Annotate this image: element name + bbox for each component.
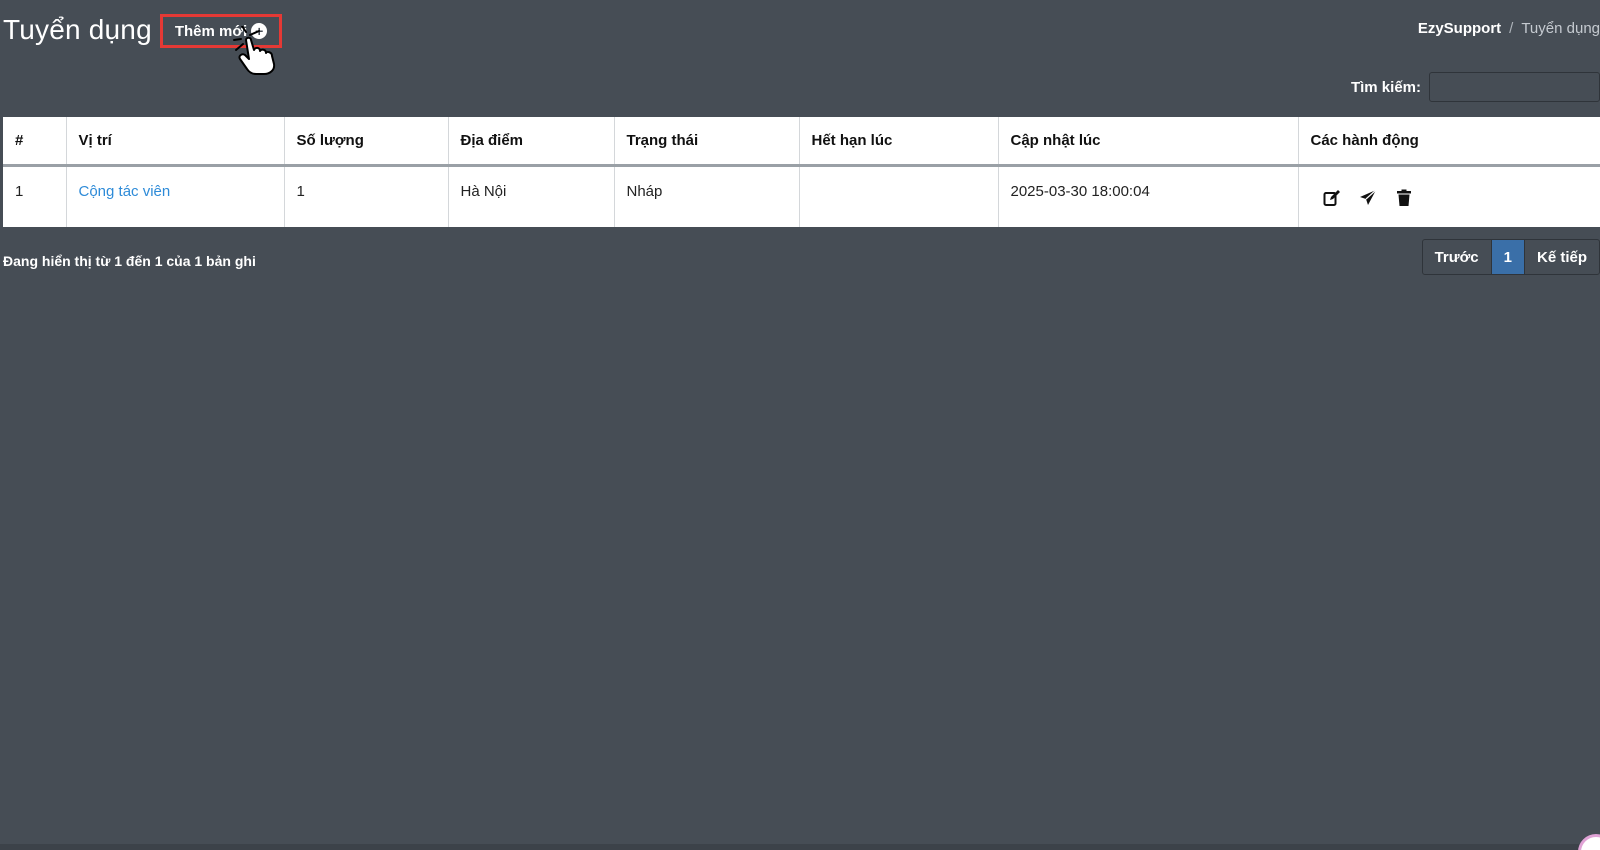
column-header-position[interactable]: Vị trí bbox=[66, 117, 285, 165]
table-row: 1 Cộng tác viên 1 Hà Nội Nháp 2025-03-30… bbox=[3, 165, 1600, 227]
breadcrumb: EzySupport / Tuyển dụng bbox=[1418, 20, 1600, 37]
cell-status: Nháp bbox=[614, 165, 800, 227]
floating-widget-icon[interactable] bbox=[1578, 834, 1600, 850]
cell-location: Hà Nội bbox=[448, 165, 615, 227]
pagination-next-button[interactable]: Kế tiếp bbox=[1523, 240, 1599, 274]
column-header-actions: Các hành động bbox=[1310, 131, 1419, 149]
breadcrumb-home-link[interactable]: EzySupport bbox=[1418, 20, 1501, 37]
bottom-divider bbox=[0, 844, 1600, 850]
search-box: Tìm kiếm: bbox=[1351, 72, 1600, 102]
search-label: Tìm kiếm: bbox=[1350, 78, 1421, 96]
position-link[interactable]: Cộng tác viên bbox=[79, 183, 171, 200]
page-title: Tuyển dụng bbox=[3, 14, 152, 45]
search-input[interactable] bbox=[1429, 72, 1600, 102]
row-actions bbox=[1311, 183, 1589, 207]
breadcrumb-separator: / bbox=[1509, 20, 1514, 37]
pagination-prev-button[interactable]: Trước bbox=[1423, 240, 1492, 274]
column-header-index[interactable]: # bbox=[3, 117, 67, 165]
column-header-quantity[interactable]: Số lượng bbox=[284, 117, 449, 165]
pagination: Trước 1 Kế tiếp bbox=[1421, 239, 1600, 275]
cell-quantity: 1 bbox=[284, 165, 449, 227]
column-header-location[interactable]: Địa điểm bbox=[448, 117, 615, 165]
edit-icon[interactable] bbox=[1323, 189, 1341, 207]
column-header-status[interactable]: Trạng thái bbox=[614, 117, 800, 165]
pagination-page-1[interactable]: 1 bbox=[1491, 240, 1524, 274]
send-icon[interactable] bbox=[1359, 189, 1377, 207]
recruitment-page: Tuyển dụng Thêm mới + EzySupport / Tuyển… bbox=[0, 0, 1600, 850]
table-header-row: # Vị trí Số lượng Địa điểm Trạng thái Hế… bbox=[3, 117, 1600, 165]
column-header-expires[interactable]: Hết hạn lúc bbox=[799, 117, 999, 165]
column-header-updated[interactable]: Cập nhật lúc bbox=[998, 117, 1299, 165]
cell-index: 1 bbox=[3, 165, 67, 227]
trash-icon[interactable] bbox=[1395, 189, 1413, 207]
recruitment-table: # Vị trí Số lượng Địa điểm Trạng thái Hế… bbox=[3, 117, 1600, 227]
cell-actions bbox=[1298, 165, 1600, 227]
cell-expires bbox=[799, 165, 999, 227]
cell-updated: 2025-03-30 18:00:04 bbox=[998, 165, 1299, 227]
table-info: Đang hiển thị từ 1 đến 1 của 1 bản ghi bbox=[3, 253, 256, 269]
breadcrumb-current: Tuyển dụng bbox=[1521, 20, 1600, 37]
hand-pointer-icon bbox=[233, 26, 276, 75]
